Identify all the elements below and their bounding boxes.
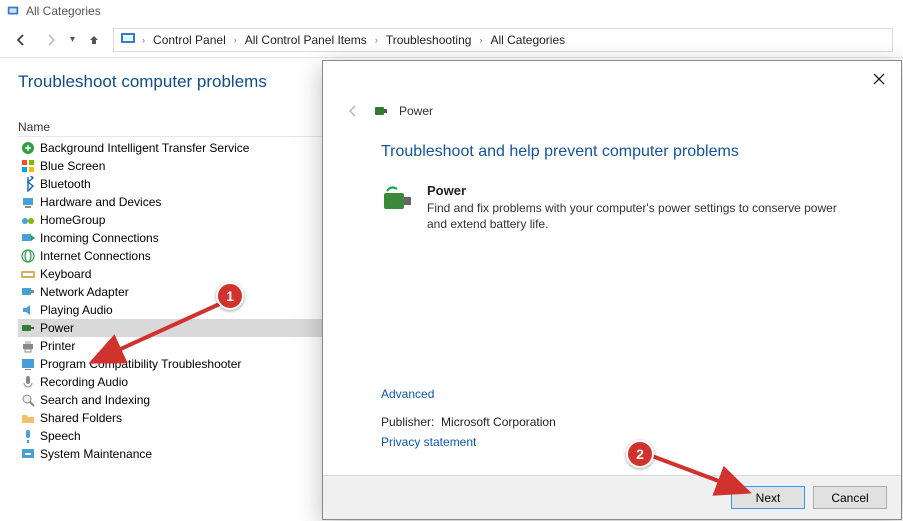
annotation-arrows <box>0 0 903 521</box>
